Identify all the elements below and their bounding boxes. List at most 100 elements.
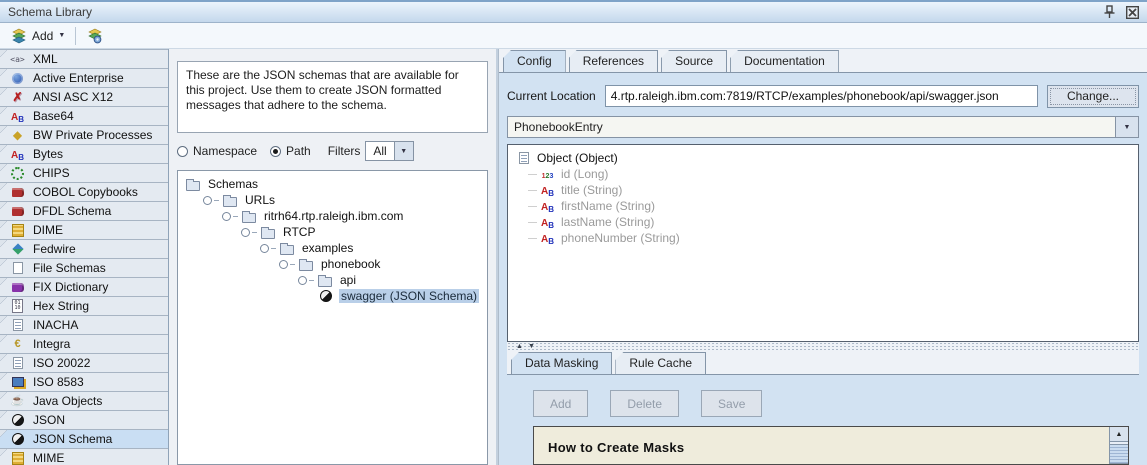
object-node-label: firstName (String) [561, 199, 655, 213]
change-location-button[interactable]: Change... [1047, 85, 1139, 108]
object-structure-tree: Object (Object)123id (Long)ABtitle (Stri… [507, 144, 1139, 342]
sidebar-item-json[interactable]: JSON [0, 410, 168, 429]
schema-tree-node-schemas[interactable]: Schemas [178, 176, 487, 192]
sidebar-item-xml[interactable]: <a>XML [0, 49, 168, 68]
toolbar: Add ▼ [0, 23, 1147, 49]
sidebar-item-bytes[interactable]: ABBytes [0, 144, 168, 163]
tree-expand-handle-icon[interactable] [203, 196, 212, 205]
schema-library-window: Schema Library Add ▼ <a>XMLActive Enterp… [0, 0, 1147, 463]
tree-node-label: Schemas [206, 177, 260, 191]
tab-config[interactable]: Config [503, 50, 566, 72]
tree-node-label: URLs [243, 193, 277, 207]
sidebar-item-iso-8583[interactable]: ISO 8583 [0, 372, 168, 391]
tab-documentation[interactable]: Documentation [730, 50, 839, 72]
splitter-collapse-down-icon[interactable]: ▼ [528, 343, 535, 350]
delete-mask-button[interactable]: Delete [610, 390, 679, 417]
sidebar-item-fix-dictionary[interactable]: FIX Dictionary [0, 277, 168, 296]
tree-expand-handle-icon[interactable] [279, 260, 288, 269]
tab-source[interactable]: Source [661, 50, 727, 72]
help-scrollbar[interactable]: ▲ [1109, 427, 1128, 464]
tab-references[interactable]: References [569, 50, 658, 72]
schema-tree-node-examples[interactable]: examples [178, 240, 487, 256]
data-masking-tab-content: Add Delete Save How to Create Masks ▲ [507, 374, 1139, 465]
sidebar-item-label: JSON Schema [33, 432, 112, 446]
sidebar-item-bw-private-processes[interactable]: ◆BW Private Processes [0, 125, 168, 144]
folder-icon [184, 177, 201, 191]
path-radio[interactable] [270, 146, 281, 157]
sidebar-item-label: Hex String [33, 299, 89, 313]
sidebar-item-hex-string[interactable]: 0110Hex String [0, 296, 168, 315]
entry-dropdown[interactable]: PhonebookEntry ▼ [507, 116, 1139, 138]
namespace-radio[interactable] [177, 146, 188, 157]
masking-button-row: Add Delete Save [533, 390, 1129, 417]
sidebar-item-label: COBOL Copybooks [33, 185, 138, 199]
sidebar-item-label: Fedwire [33, 242, 76, 256]
add-mask-button[interactable]: Add [533, 390, 588, 417]
sidebar-item-iso-20022[interactable]: ISO 20022 [0, 353, 168, 372]
scroll-up-arrow-icon[interactable]: ▲ [1110, 427, 1128, 442]
window-body: <a>XMLActive Enterprise✗ANSI ASC X12ABBa… [0, 49, 1147, 465]
json-swirl-icon [9, 413, 26, 427]
tree-expand-handle-icon[interactable] [298, 276, 307, 285]
sidebar-item-label: DIME [33, 223, 63, 237]
tree-node-label: api [338, 273, 358, 287]
splitter-collapse-up-icon[interactable]: ▲ [516, 343, 523, 350]
entry-dropdown-arrow-icon[interactable]: ▼ [1116, 116, 1139, 138]
sidebar-item-label: Java Objects [33, 394, 102, 408]
tree-expand-handle-icon[interactable] [260, 244, 269, 253]
gold-stack-icon [9, 223, 26, 237]
add-button-label: Add [32, 29, 53, 43]
sidebar-item-ansi-asc-x12[interactable]: ✗ANSI ASC X12 [0, 87, 168, 106]
filters-dropdown-arrow-icon[interactable]: ▼ [395, 141, 414, 161]
close-icon[interactable] [1126, 6, 1139, 19]
object-node-label: phoneNumber (String) [561, 231, 680, 245]
manage-schemas-button[interactable] [81, 27, 108, 45]
tab-rule-cache[interactable]: Rule Cache [615, 352, 706, 374]
object-tree-node-phonenumber-string[interactable]: AB phoneNumber (String) [528, 230, 1138, 246]
current-location-field[interactable] [605, 85, 1038, 107]
schema-tree-node-api[interactable]: api [178, 272, 487, 288]
horizontal-splitter[interactable]: ▲ ▼ [507, 342, 1139, 351]
number-123-icon: 123 [539, 167, 556, 181]
filters-dropdown[interactable]: All ▼ [365, 141, 413, 161]
object-tree-node-id-long[interactable]: 123id (Long) [528, 166, 1138, 182]
tree-expand-handle-icon[interactable] [222, 212, 231, 221]
schema-tree-node-rtcp[interactable]: RTCP [178, 224, 487, 240]
sidebar-item-base64[interactable]: ABBase64 [0, 106, 168, 125]
sidebar-item-cobol-copybooks[interactable]: COBOL Copybooks [0, 182, 168, 201]
sidebar-item-label: DFDL Schema [33, 204, 111, 218]
tree-node-label: RTCP [281, 225, 317, 239]
sidebar-item-json-schema[interactable]: JSON Schema [0, 429, 168, 448]
schema-tree-node-phonebook[interactable]: phonebook [178, 256, 487, 272]
add-dropdown-caret-icon[interactable]: ▼ [58, 32, 65, 39]
title-bar: Schema Library [0, 2, 1147, 23]
sidebar-item-active-enterprise[interactable]: Active Enterprise [0, 68, 168, 87]
add-button[interactable]: Add ▼ [5, 27, 70, 45]
object-tree-node-object-object[interactable]: Object (Object) [515, 150, 1138, 166]
tree-connector [290, 264, 295, 265]
scrollbar-thumb[interactable] [1110, 444, 1128, 464]
sidebar-item-chips[interactable]: CHIPS [0, 163, 168, 182]
tree-expand-handle-icon[interactable] [241, 228, 250, 237]
sidebar-item-dime[interactable]: DIME [0, 220, 168, 239]
sidebar-item-inacha[interactable]: INACHA [0, 315, 168, 334]
object-tree-node-title-string[interactable]: ABtitle (String) [528, 182, 1138, 198]
schema-tree-node-ritrh64-rtp-raleigh-ibm-com[interactable]: ritrh64.rtp.raleigh.ibm.com [178, 208, 487, 224]
sidebar-item-label: BW Private Processes [33, 128, 152, 142]
sidebar-item-mime[interactable]: MIME [0, 448, 168, 465]
schema-tree-node-urls[interactable]: URLs [178, 192, 487, 208]
pin-icon[interactable] [1103, 5, 1116, 19]
save-mask-button[interactable]: Save [701, 390, 762, 417]
tab-data-masking[interactable]: Data Masking [511, 352, 612, 374]
sidebar-item-java-objects[interactable]: ☕Java Objects [0, 391, 168, 410]
sidebar-item-file-schemas[interactable]: File Schemas [0, 258, 168, 277]
sidebar-item-dfdl-schema[interactable]: DFDL Schema [0, 201, 168, 220]
object-tree-node-firstname-string[interactable]: ABfirstName (String) [528, 198, 1138, 214]
object-tree-node-lastname-string[interactable]: ABlastName (String) [528, 214, 1138, 230]
schema-tree-node-swagger-json-schema[interactable]: swagger (JSON Schema) [178, 288, 487, 304]
sidebar-item-integra[interactable]: €Integra [0, 334, 168, 353]
sidebar-item-fedwire[interactable]: Fedwire [0, 239, 168, 258]
letters-ab-icon: AB [539, 231, 556, 245]
masking-help-title: How to Create Masks [548, 440, 1109, 455]
tree-connector [528, 190, 537, 191]
